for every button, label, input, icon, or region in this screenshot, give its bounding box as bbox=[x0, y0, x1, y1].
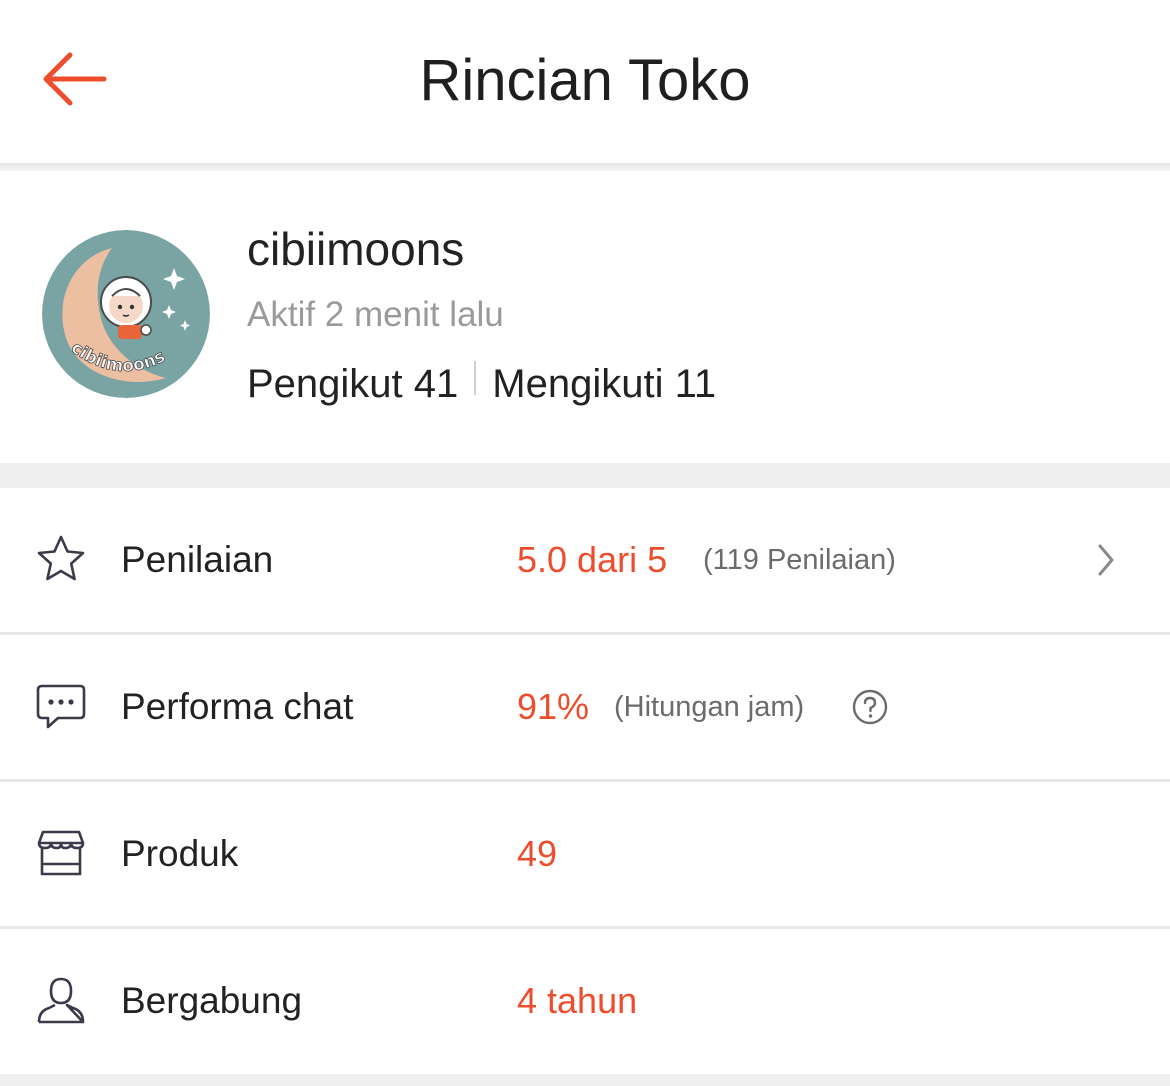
section-gap bbox=[0, 463, 1170, 488]
chat-bubble-icon bbox=[34, 679, 88, 733]
star-icon bbox=[34, 532, 88, 586]
chevron-right-icon[interactable] bbox=[1092, 540, 1120, 580]
follow-divider bbox=[474, 361, 477, 395]
shop-logo: cibiimoons bbox=[42, 230, 210, 398]
storefront-icon bbox=[34, 826, 88, 880]
chat-performance-row: Performa chat 91% (Hitungan jam) bbox=[0, 635, 1170, 779]
joined-value: 4 tahun bbox=[517, 980, 638, 1021]
chat-performance-label: Performa chat bbox=[121, 686, 354, 727]
follow-stats: Pengikut 41 Mengikuti 11 bbox=[247, 361, 716, 407]
chat-performance-note: (Hitungan jam) bbox=[614, 691, 805, 723]
shop-avatar[interactable]: cibiimoons bbox=[42, 230, 210, 398]
joined-label: Bergabung bbox=[121, 980, 303, 1021]
rating-count: (119 Penilaian) bbox=[703, 544, 896, 576]
user-icon bbox=[34, 973, 88, 1027]
products-label: Produk bbox=[121, 833, 239, 874]
shop-profile-card: cibiimoons cibiimoons Aktif 2 menit lalu… bbox=[0, 171, 1170, 463]
shop-stats-list: Penilaian 5.0 dari 5 (119 Penilaian) Per… bbox=[0, 488, 1170, 1074]
shop-name: cibiimoons bbox=[247, 223, 465, 275]
bottom-gap bbox=[0, 1074, 1170, 1086]
page-title: Rincian Toko bbox=[419, 48, 751, 113]
active-status: Aktif 2 menit lalu bbox=[247, 295, 504, 334]
rating-value: 5.0 dari 5 bbox=[517, 539, 668, 580]
chat-performance-value: 91% bbox=[517, 686, 590, 727]
header-shadow bbox=[0, 163, 1170, 171]
rating-row[interactable]: Penilaian 5.0 dari 5 (119 Penilaian) bbox=[0, 488, 1170, 632]
followers-count[interactable]: Pengikut 41 bbox=[247, 361, 458, 407]
question-circle-icon[interactable] bbox=[851, 688, 889, 726]
products-value: 49 bbox=[517, 833, 558, 874]
rating-label: Penilaian bbox=[121, 539, 274, 580]
joined-row: Bergabung 4 tahun bbox=[0, 929, 1170, 1073]
following-count[interactable]: Mengikuti 11 bbox=[492, 361, 716, 407]
top-bar: Rincian Toko bbox=[0, 0, 1170, 163]
products-row: Produk 49 bbox=[0, 782, 1170, 926]
